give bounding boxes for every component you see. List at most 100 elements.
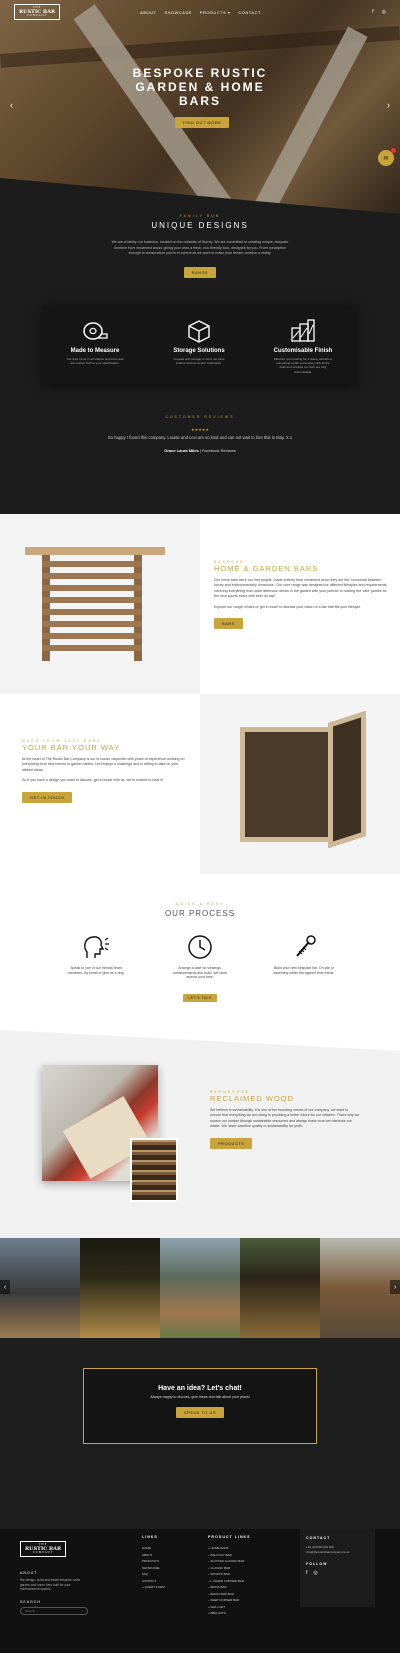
hero-section: THE RUSTIC BAR COMPANY ABOUT SHOWCASE PR…	[0, 0, 400, 214]
stacked-wood-image	[130, 1138, 178, 1202]
gallery-prev-icon[interactable]: ‹	[0, 1280, 10, 1294]
contact-phone[interactable]: +44 (0)7000 000 000	[306, 1545, 334, 1549]
your-way-body: At the heart of The Rustic Bar Company i…	[22, 757, 185, 772]
hero-title: BESPOKE RUSTIC GARDEN & HOME BARS	[0, 66, 400, 108]
bar-slat	[42, 585, 142, 591]
reclaimed-section: REPURPOSE RECLAIMED WOOD We believe in s…	[0, 1030, 400, 1238]
footer-links: LINKS HOME ABOUT PRODUCTS SHOWCASE FAQ C…	[142, 1535, 165, 1591]
footer-links-title: LINKS	[142, 1535, 158, 1539]
find-out-more-button[interactable]: FIND OUT MORE	[175, 117, 230, 128]
home-bars-section: BESPOKE HOME & GARDEN BARS Our home bars…	[0, 514, 400, 694]
instagram-icon[interactable]: ◎	[313, 1570, 317, 1576]
home-bars-body: Our home bars were our first project, ma…	[214, 578, 388, 599]
facebook-icon[interactable]: f	[306, 1570, 307, 1576]
footer-search-input[interactable]: Search ... ⌕	[20, 1607, 88, 1615]
gallery-next-icon[interactable]: ›	[390, 1280, 400, 1294]
process-kicker: QUICK & EASY	[175, 902, 225, 906]
products-button[interactable]: PRODUCTS	[210, 1137, 253, 1149]
feature-storage: Storage Solutions Created with storage i…	[147, 306, 251, 384]
nav-contact[interactable]: CONTACT	[238, 10, 261, 15]
screw-icon	[296, 935, 316, 957]
star-rating: ★★★★★	[191, 427, 209, 432]
get-in-touch-button[interactable]: GET IN TOUCH	[22, 791, 73, 803]
notification-badge	[391, 148, 396, 153]
intro-block: FAMILY RUN UNIQUE DESIGNS We are a famil…	[0, 214, 400, 278]
your-way-section: MADE FROM JUST BARS YOUR BAR YOUR WAY At…	[0, 694, 400, 874]
speak-to-us-button[interactable]: SPEAK TO US	[175, 1407, 225, 1418]
footer-product-link[interactable]: » BBQ HUTS	[208, 1610, 251, 1617]
footer-social: f ◎	[306, 1570, 369, 1576]
bar-slat	[42, 573, 142, 579]
speaking-head-icon	[84, 936, 109, 958]
home-bars-title: HOME & GARDEN BARS	[214, 564, 319, 573]
gallery-image[interactable]	[320, 1238, 400, 1338]
chat-widget-button[interactable]: ✉	[378, 148, 396, 166]
reclaimed-text: REPURPOSE RECLAIMED WOOD We believe in s…	[210, 1090, 360, 1149]
bar-top	[25, 547, 165, 555]
home-bars-body: Explore our range of bars or get in touc…	[214, 604, 362, 609]
home-bars-text: BESPOKE HOME & GARDEN BARS Our home bars…	[200, 514, 400, 694]
nav-about[interactable]: ABOUT	[140, 10, 156, 15]
slatted-bar-image	[0, 514, 200, 694]
contact-email[interactable]: info@therusticbarcompany.co.uk	[306, 1550, 350, 1554]
bar-slat	[42, 561, 142, 567]
bar-illustration	[25, 547, 165, 661]
feature-text: Our bars come in all shapes and sizes an…	[66, 357, 124, 366]
nav-products[interactable]: PRODUCTS ▾	[200, 10, 231, 15]
footer-follow-title: FOLLOW	[306, 1562, 328, 1566]
footer-logo[interactable]: THE RUSTIC BAR COMPANY	[20, 1541, 67, 1557]
bars-button[interactable]: BARS	[214, 618, 243, 630]
gallery-image[interactable]	[160, 1238, 240, 1338]
footer-about-title: ABOUT	[20, 1571, 38, 1575]
cta-title: Have an idea? Let's chat!	[158, 1385, 242, 1392]
reclaimed-body: We believe in sustainability, it is one …	[210, 1108, 360, 1129]
chat-icon: ✉	[383, 155, 389, 162]
tape-measure-icon	[83, 322, 108, 340]
gallery-image[interactable]	[240, 1238, 320, 1338]
search-icon[interactable]: ⌕	[81, 1609, 83, 1613]
site-logo[interactable]: THE RUSTIC BAR COMPANY	[14, 4, 61, 20]
intro-kicker: FAMILY RUN	[179, 214, 221, 218]
cta-box: Have an idea? Let's chat! Always happy t…	[83, 1368, 317, 1444]
finish-icon	[291, 319, 315, 342]
clock-icon	[188, 935, 212, 959]
gallery-image[interactable]	[0, 1238, 80, 1338]
footer-product-links-title: PRODUCT LINKS	[208, 1535, 251, 1539]
bar-slat	[42, 633, 142, 639]
logo-sub-text: COMPANY	[32, 1550, 54, 1554]
hero-title-line: BARS	[178, 94, 221, 108]
gallery-carousel: ‹ ›	[0, 1238, 400, 1338]
search-placeholder: Search ...	[25, 1609, 38, 1613]
gallery-image[interactable]	[80, 1238, 160, 1338]
instagram-icon[interactable]: ◎	[382, 9, 386, 15]
review-source[interactable]: | Facebook Reviews	[199, 448, 236, 453]
nav-showcase[interactable]: SHOWCASE	[164, 10, 191, 15]
bar-slat	[42, 597, 142, 603]
chevron-left-icon[interactable]: ‹	[10, 100, 13, 110]
review-quote: So happy I found this company. Louise an…	[107, 435, 293, 440]
reviews-kicker: CUSTOMER REVIEWS	[165, 415, 235, 419]
lets-talk-button[interactable]: LET'S TALK	[183, 993, 217, 1002]
process-step-text: Speak to one of our friendly team member…	[67, 966, 125, 975]
feature-title: Made to Measure	[70, 348, 120, 354]
corner-bar-illustration	[230, 710, 370, 854]
review-author-name: Grace Laura Miles	[164, 448, 199, 453]
footer-search-title: SEARCH	[20, 1600, 41, 1604]
your-way-body: So if you have a design you want to disc…	[22, 778, 164, 783]
intro-title: UNIQUE DESIGNS	[151, 221, 249, 230]
footer-link[interactable]: » QUERY FORM	[142, 1584, 165, 1591]
features-card: Made to Measure Our bars come in all sha…	[43, 306, 355, 384]
chevron-right-icon[interactable]: ›	[387, 100, 390, 110]
footer-product-links: PRODUCT LINKS » HOME BARS – BALCONY BAR …	[208, 1535, 251, 1617]
process-step: Speak to one of our friendly team member…	[65, 932, 127, 980]
range-button[interactable]: RANGE	[183, 266, 217, 278]
footer-product-link[interactable]: – SLATTED CLASSIC BAR	[208, 1558, 251, 1565]
bar-slat	[42, 621, 142, 627]
corner-bar-side	[328, 710, 366, 849]
facebook-icon[interactable]: f	[372, 9, 373, 15]
intro-body: We are a family run business, located on…	[111, 240, 289, 255]
process-title: OUR PROCESS	[164, 909, 236, 918]
reclaimed-title: RECLAIMED WOOD	[210, 1094, 295, 1103]
feature-title: Storage Solutions	[173, 348, 225, 354]
bar-slat	[42, 609, 142, 615]
